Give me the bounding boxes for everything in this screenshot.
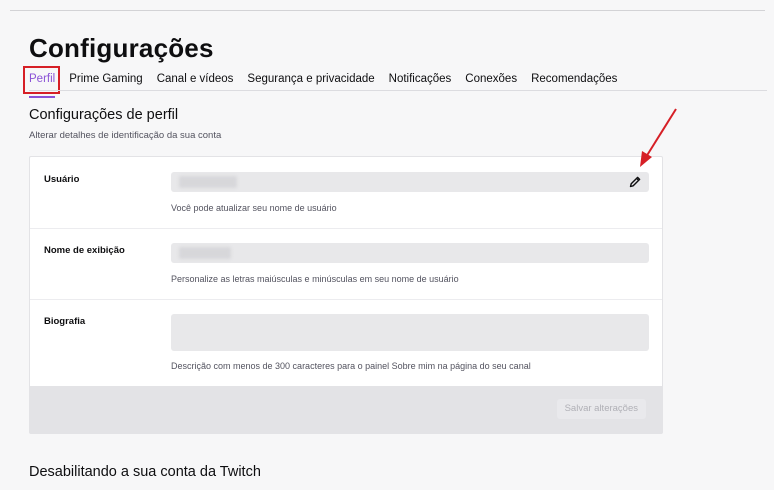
display-name-label: Nome de exibição (44, 245, 125, 256)
username-field[interactable] (171, 172, 649, 192)
username-value-blurred (179, 176, 237, 188)
bio-hint: Descrição com menos de 300 caracteres pa… (171, 361, 531, 371)
top-divider (10, 10, 765, 11)
page-title: Configurações (29, 33, 214, 63)
display-name-field[interactable] (171, 243, 649, 263)
pencil-icon[interactable] (627, 174, 643, 190)
profile-section-description: Alterar detalhes de identificação da sua… (29, 130, 222, 141)
red-arrow-annotation (640, 108, 677, 167)
display-name-row: Nome de exibição Personalize as letras m… (30, 228, 662, 300)
card-footer: Salvar alterações (30, 386, 662, 433)
display-name-value-blurred (179, 247, 231, 259)
disable-account-section-title: Desabilitando a sua conta da Twitch (29, 464, 261, 480)
bio-label: Biografia (44, 316, 86, 327)
bio-row: Biografia Descrição com menos de 300 car… (30, 299, 662, 386)
save-changes-button[interactable]: Salvar alterações (556, 399, 646, 419)
username-label: Usuário (44, 174, 80, 185)
username-row: Usuário Você pode atualizar seu nome de … (30, 157, 662, 229)
bio-textarea[interactable] (171, 314, 649, 351)
username-hint: Você pode atualizar seu nome de usuário (171, 203, 337, 213)
profile-section-title: Configurações de perfil (29, 107, 179, 123)
profile-settings-card: Usuário Você pode atualizar seu nome de … (29, 156, 663, 434)
display-name-hint: Personalize as letras maiúsculas e minús… (171, 274, 459, 284)
tabs-divider (29, 90, 767, 91)
